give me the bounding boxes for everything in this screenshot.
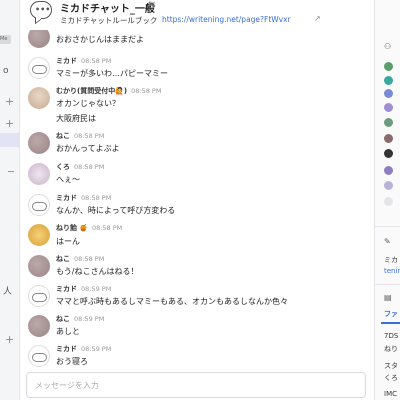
external-link-icon[interactable]: ↗ [314,14,321,23]
timestamp: 08:58 PM [74,163,105,171]
avatar[interactable] [28,285,50,307]
author-name[interactable]: ねこ [56,132,70,140]
timestamp: 08:58 PM [74,132,105,140]
author-name[interactable]: むかり(質問受付中 [56,87,115,95]
channel-info-link[interactable]: tenin [384,267,400,275]
author-name[interactable]: くろ [56,163,70,171]
timestamp: 08:58 PM [81,57,112,65]
message-text: おおさかじんはままだよ [56,35,144,44]
avatar[interactable] [28,345,50,367]
avatar[interactable] [28,224,50,246]
message-text: なんか、時によって呼び方変わる [56,206,176,215]
member-avatar[interactable] [384,118,393,127]
author-name[interactable]: ねこ [56,255,70,263]
sidebar-item-active[interactable] [0,133,19,147]
file-item[interactable]: 7DS [384,332,398,340]
file-item[interactable]: IMC [384,390,397,398]
chat-bubble-icon: ••• [30,1,52,19]
member-avatar[interactable] [384,181,393,190]
add-channel-icon[interactable]: + [5,118,14,129]
divider [375,226,400,227]
author-name[interactable]: ミカド [56,194,77,202]
sidebar-marker[interactable]: 人 [3,287,12,297]
honey-icon: 🍯 [79,224,88,232]
message-text: もう/ねこさんはねる！ [56,267,139,276]
message-composer [26,372,366,398]
message-text: おかんってよぶよ [56,144,120,153]
message-text: マミーが多いわ…パピーマミー [56,69,168,78]
member-avatar[interactable] [384,89,393,98]
message-text: あしと [56,327,80,336]
author-name[interactable]: ねり飴 [56,224,77,232]
timestamp: 08:59 PM [81,285,112,293]
message-text: 大阪府民は [56,114,96,123]
tab-files[interactable]: ファ [384,309,398,319]
author-name[interactable]: ねこ [56,315,70,323]
message-text: オカンじゃない？ [56,99,120,108]
timestamp: 08:58 PM [131,87,162,95]
channel-header: ••• ミカドチャット_一般 ⇆ ミカドチャットルールブック https://w… [22,0,370,30]
avatar[interactable] [28,30,50,48]
rulebook-link[interactable]: https://writening.net/page?FtWvxr [162,15,291,24]
pin-icon[interactable]: ✎ [384,237,391,246]
message-text: ママと呼ぶ時もあるしマミーもある、オカンもあるしなんか色々 [56,297,288,306]
link-icon[interactable]: ⇆ [148,0,156,10]
members-icon[interactable]: ⚇ [384,42,391,51]
avatar[interactable] [28,194,50,216]
timestamp: 08:58 PM [74,255,105,263]
file-item[interactable]: くろ [384,373,398,383]
divider [375,284,400,285]
sidebar-marker[interactable]: o [3,66,9,76]
member-avatar[interactable] [384,166,393,175]
add-channel-icon[interactable]: + [5,334,14,345]
member-avatar[interactable] [384,76,393,85]
member-sidebar: ⚇ ✎ ミカ tenin ▤ ファ 7DS ねり スタ くろ IMC [374,0,400,400]
message-text: へぇ～ [56,175,80,184]
member-avatar[interactable] [384,103,393,112]
timestamp: 08:58 PM [91,224,123,232]
message-text: はーん [56,237,80,246]
server-sidebar: Me o + + 人 + [0,0,20,400]
member-avatar[interactable] [384,149,393,158]
file-icon[interactable]: ▤ [384,293,392,302]
channel-info-text: ミカ [384,256,398,264]
file-item[interactable]: ねり [384,344,398,354]
tab-indicator [381,322,400,324]
me-badge[interactable]: Me [0,35,11,44]
channel-title[interactable]: ミカドチャット_一般 [60,0,155,15]
avatar[interactable] [28,163,50,185]
avatar[interactable] [28,315,50,337]
channel-description: ミカドチャットルールブック [60,16,158,25]
timestamp: 08:58 PM [81,194,112,202]
avatar[interactable] [28,255,50,277]
add-channel-icon[interactable]: + [5,96,14,107]
message-text: おう寝ろ [56,357,88,366]
avatar[interactable] [28,57,50,79]
timestamp: 08:59 PM [81,345,112,353]
author-name[interactable]: ミカド [56,345,77,353]
message-input[interactable] [27,373,365,398]
member-avatar[interactable] [384,134,393,143]
author-name[interactable]: ミカド [56,57,77,65]
raised-hand-icon: 🙋 [115,87,124,95]
timestamp: 08:59 PM [74,315,105,323]
member-avatar[interactable] [384,62,393,71]
divider [8,171,14,172]
message-list[interactable]: おおさかじんはままだよ ミカド 08:58 PM マミーが多いわ…パピーマミー む… [22,30,370,368]
member-avatar[interactable] [384,197,393,206]
avatar[interactable] [28,132,50,154]
avatar[interactable] [28,87,50,109]
file-item[interactable]: スタ [384,361,398,371]
author-name[interactable]: ミカド [56,285,77,293]
